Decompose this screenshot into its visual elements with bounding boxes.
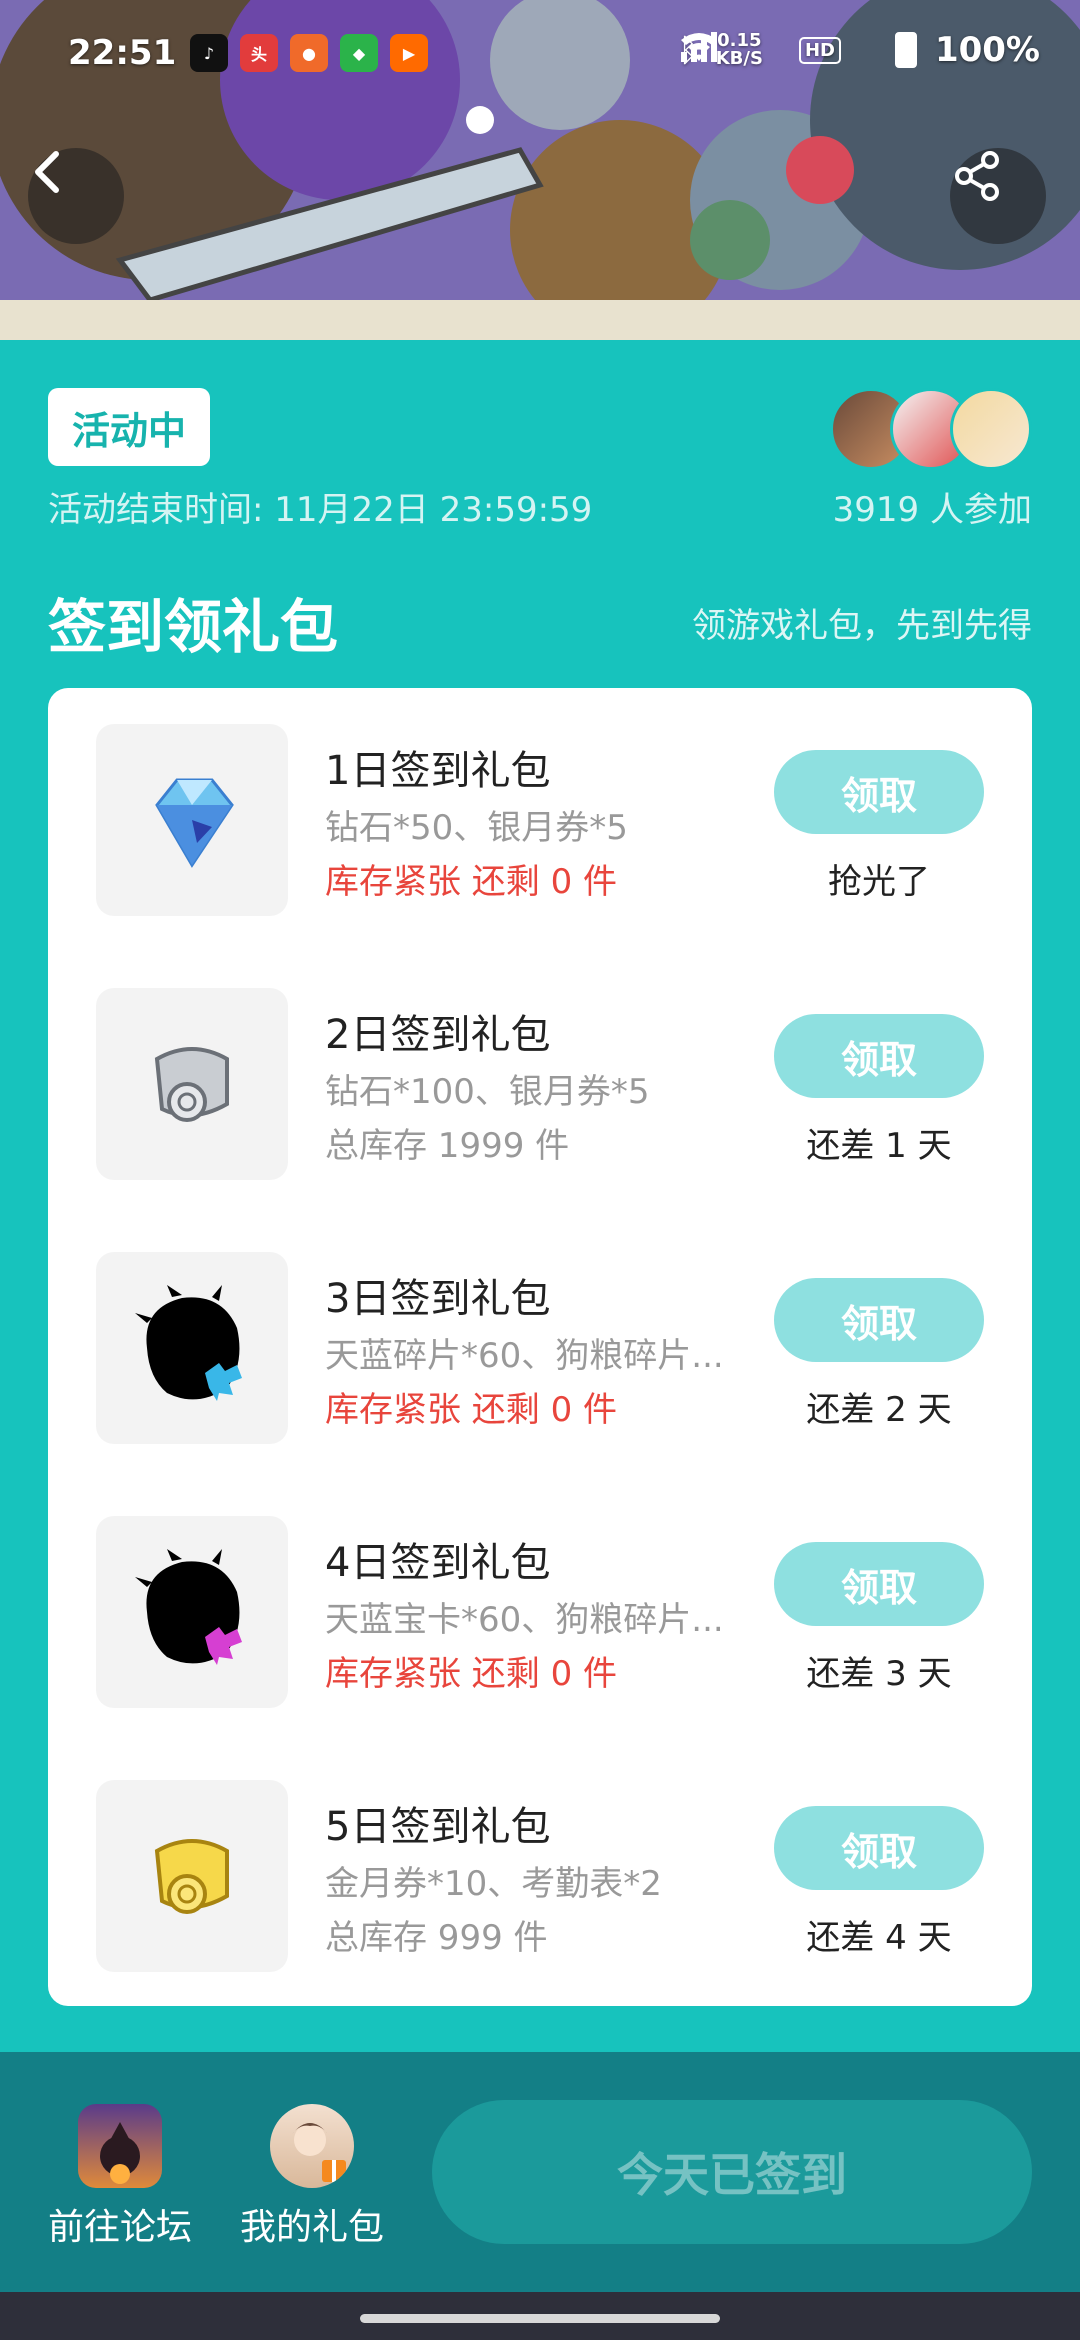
status-notification-icons: ♪ 头 ● ◆ ▶ — [190, 34, 428, 72]
claim-status: 抢光了 — [828, 862, 930, 902]
section-title: 签到领礼包 — [48, 593, 339, 661]
avatar — [950, 388, 1032, 470]
gift-stock: 总库存 999 件 — [325, 1918, 548, 1958]
tiktok-icon: ♪ — [190, 34, 228, 72]
gift-row-day2: 2日签到礼包 钻石*100、银月券*5 总库存 1999 件 领取 还差 1 天 — [48, 952, 1032, 1180]
forum-button[interactable]: 前往论坛 — [40, 2104, 200, 2250]
gold-scroll-icon — [96, 1780, 288, 1972]
gift-list-card: 1日签到礼包 钻石*50、银月券*5 库存紧张 还剩 0 件 领取 抢光了 2日… — [48, 688, 1032, 2006]
claim-button[interactable]: 领取 — [774, 1278, 984, 1362]
gift-stock: 库存紧张 还剩 0 件 — [325, 862, 618, 902]
network-speed-unit: KB/S — [715, 48, 763, 69]
gift-desc: 金月券*10、考勤表*2 — [325, 1864, 662, 1904]
claim-button[interactable]: 领取 — [774, 1806, 984, 1890]
my-gifts-button[interactable]: 我的礼包 — [232, 2104, 392, 2250]
diamond-icon — [96, 724, 288, 916]
claim-status: 还差 2 天 — [806, 1390, 952, 1430]
security-app-icon: ◆ — [340, 34, 378, 72]
gift-stock: 库存紧张 还剩 0 件 — [325, 1654, 618, 1694]
my-gifts-label: 我的礼包 — [239, 2207, 384, 2248]
chevron-left-icon — [35, 151, 59, 193]
kuaishou-icon: ▶ — [390, 34, 428, 72]
participant-avatars — [830, 388, 1032, 470]
status-time: 22:51 — [68, 33, 177, 73]
status-badge: 活动中 — [48, 388, 211, 466]
activity-end-time: 活动结束时间: 11月22日 23:59:59 — [48, 490, 593, 530]
home-indicator[interactable] — [360, 2314, 720, 2323]
gift-name: 5日签到礼包 — [325, 1804, 551, 1850]
gift-desc: 钻石*100、银月券*5 — [325, 1072, 650, 1112]
game-forum-icon — [78, 2104, 162, 2188]
claim-button[interactable]: 领取 — [774, 1542, 984, 1626]
toutiao-icon: 头 — [240, 34, 278, 72]
gift-name: 2日签到礼包 — [325, 1012, 551, 1058]
forum-label: 前往论坛 — [47, 2207, 192, 2248]
pink-shard-silhouette-icon — [96, 1516, 288, 1708]
silver-scroll-icon — [96, 988, 288, 1180]
gift-name: 1日签到礼包 — [325, 748, 551, 794]
gift-desc: 天蓝宝卡*60、狗粮碎片... — [325, 1600, 724, 1640]
gift-stock: 库存紧张 还剩 0 件 — [325, 1390, 618, 1430]
share-button[interactable] — [950, 148, 1046, 244]
gift-row-day3: 3日签到礼包 天蓝碎片*60、狗粮碎片... 库存紧张 还剩 0 件 领取 还差… — [48, 1216, 1032, 1444]
battery-level: 100% — [934, 30, 1040, 70]
gift-desc: 天蓝碎片*60、狗粮碎片... — [325, 1336, 724, 1376]
app-notification-icon: ● — [290, 34, 328, 72]
status-right-icons: ᛒ 0.15 KB/S HD 100% — [679, 30, 1040, 70]
participants-count: 3919 人参加 — [832, 490, 1032, 530]
gift-row-day4: 4日签到礼包 天蓝宝卡*60、狗粮碎片... 库存紧张 还剩 0 件 领取 还差… — [48, 1480, 1032, 1708]
gift-name: 4日签到礼包 — [325, 1540, 551, 1586]
gift-name: 3日签到礼包 — [325, 1276, 551, 1322]
gift-desc: 钻石*50、银月券*5 — [325, 808, 628, 848]
gift-row-day1: 1日签到礼包 钻石*50、银月券*5 库存紧张 还剩 0 件 领取 抢光了 — [48, 688, 1032, 916]
claim-status: 还差 1 天 — [806, 1126, 952, 1166]
bottom-action-bar: 前往论坛 我的礼包 今天已签到 — [0, 2052, 1080, 2292]
battery-icon — [894, 32, 917, 68]
back-button[interactable] — [28, 148, 124, 244]
signed-in-today-button[interactable]: 今天已签到 — [432, 2100, 1032, 2244]
gift-stock: 总库存 1999 件 — [325, 1126, 570, 1166]
gift-row-day5: 5日签到礼包 金月券*10、考勤表*2 总库存 999 件 领取 还差 4 天 — [48, 1744, 1032, 1972]
hd-voice-icon: HD — [798, 36, 841, 64]
blue-shard-silhouette-icon — [96, 1252, 288, 1444]
claim-status: 还差 3 天 — [806, 1654, 952, 1694]
user-avatar-icon — [270, 2104, 354, 2188]
claim-status: 还差 4 天 — [806, 1918, 952, 1958]
section-subtitle: 领游戏礼包，先到先得 — [692, 606, 1032, 646]
status-bar: 22:51 ♪ 头 ● ◆ ▶ ᛒ 0.15 KB/S HD 100% — [0, 0, 1080, 110]
hero-banner: 22:51 ♪ 头 ● ◆ ▶ ᛒ 0.15 KB/S HD 100% — [0, 0, 1080, 340]
network-speed: 0.15 KB/S — [716, 32, 763, 68]
claim-button[interactable]: 领取 — [774, 1014, 984, 1098]
share-icon — [955, 151, 999, 201]
claim-button[interactable]: 领取 — [774, 750, 984, 834]
